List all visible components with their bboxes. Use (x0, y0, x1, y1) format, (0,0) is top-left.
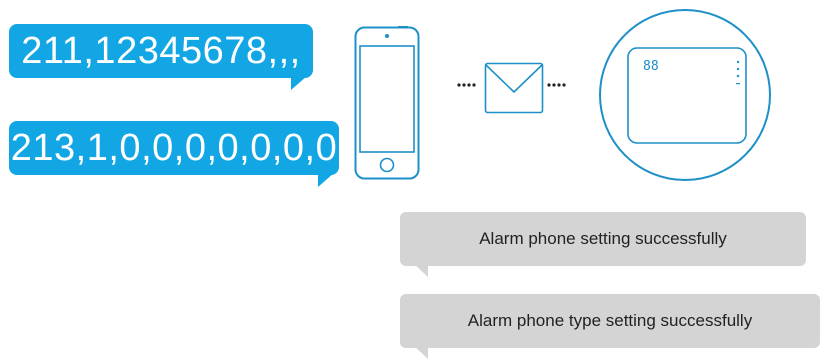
reply-text-1: Alarm phone setting successfully (479, 229, 727, 248)
reply-bubble-1: Alarm phone setting successfully (400, 212, 806, 277)
bubble-tail (414, 264, 428, 277)
command-bubble-1: 211,12345678,,, (9, 24, 313, 90)
sms-setup-diagram: 211,12345678,,, 213,1,0,0,0,0,0,0,0 88 A… (0, 0, 825, 360)
bubble-tail (414, 346, 428, 359)
reply-text-2: Alarm phone type setting successfully (467, 311, 753, 330)
command-bubble-2: 213,1,0,0,0,0,0,0,0 (9, 121, 339, 187)
reply-bubble-2: Alarm phone type setting successfully (400, 294, 820, 359)
smartphone-icon (354, 26, 420, 180)
command-text-2: 213,1,0,0,0,0,0,0,0 (10, 126, 338, 169)
bubble-tail (318, 173, 334, 187)
bubble-tail (291, 76, 307, 90)
dotted-connector-left (457, 83, 476, 87)
command-text-1: 211,12345678,,, (21, 29, 301, 72)
alarm-panel-icon: 88 (599, 9, 771, 181)
envelope-icon (484, 62, 544, 114)
panel-display: 88 (643, 59, 659, 74)
dotted-connector-right (547, 83, 566, 87)
